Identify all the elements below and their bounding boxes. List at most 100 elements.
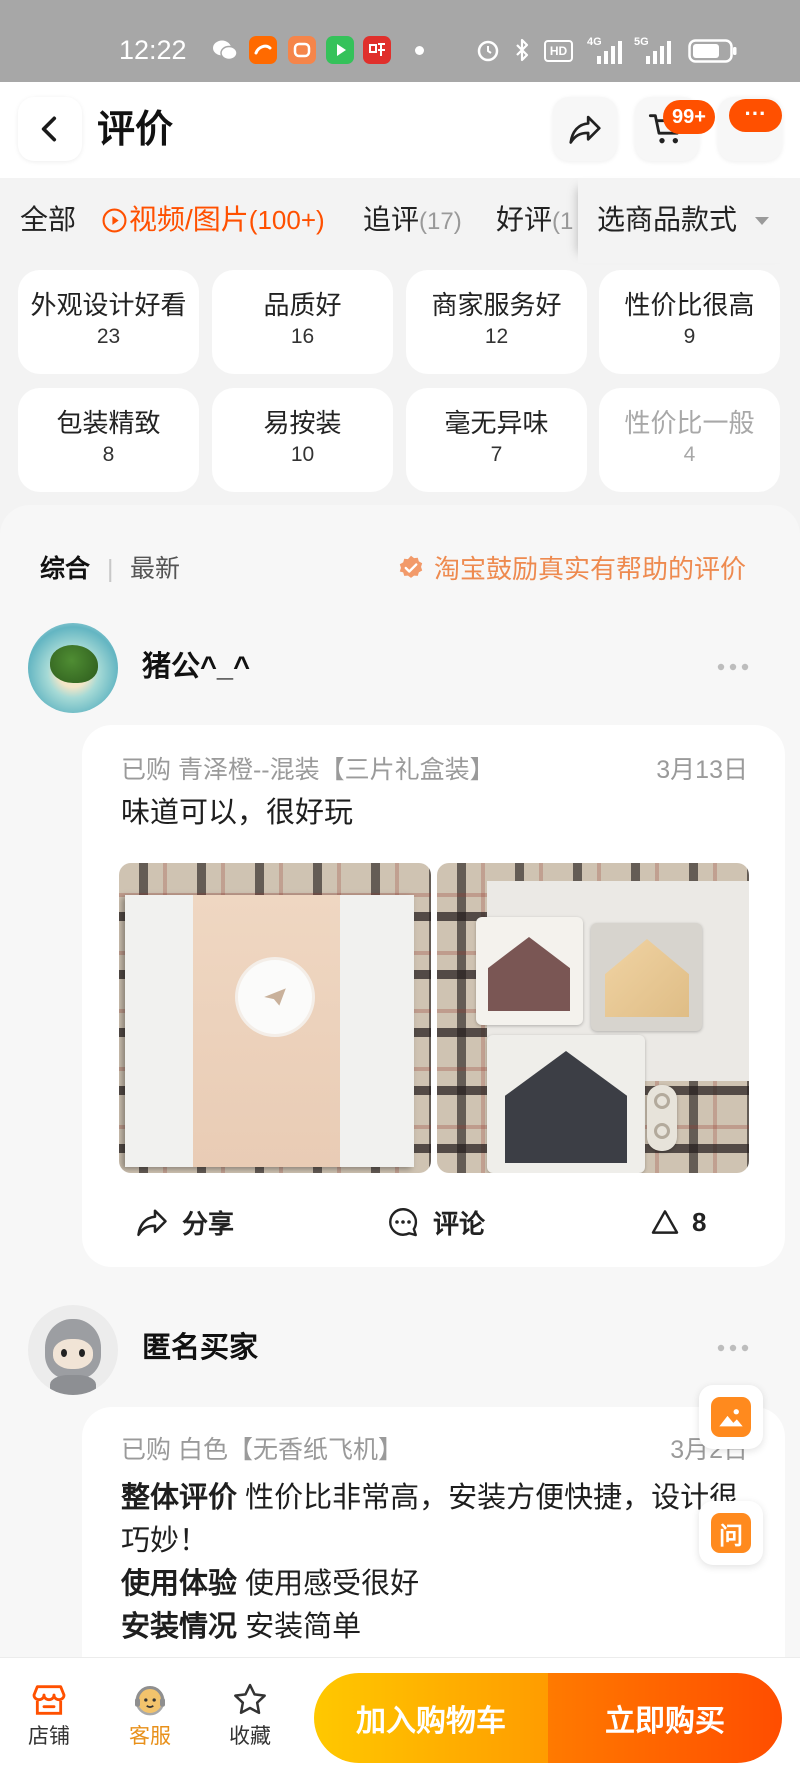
review-sections: 整体评价 性价比非常高，安装方便快捷，设计很巧妙！ 使用体验 使用感受很好 安装… [121,1477,746,1649]
caret-down-icon [755,217,769,225]
tab-all[interactable]: 全部 [20,200,76,240]
add-to-cart-button[interactable]: 加入购物车 [314,1673,548,1763]
verified-badge-icon [397,554,425,582]
tab-positive[interactable]: 好评(1 [496,200,573,242]
avatar-eye [79,1349,85,1357]
picture-icon [711,1397,751,1437]
tag-chip[interactable]: 外观设计好看 23 [18,270,199,374]
packet-brown [476,917,583,1025]
section-body: 使用感受很好 [245,1568,420,1600]
avatar[interactable] [28,1305,118,1395]
more-dots-icon[interactable] [716,1343,750,1353]
mask-brown [488,937,570,1011]
review-section: 安装情况 安装简单 [121,1606,746,1649]
service-button[interactable]: 客服 [115,1680,185,1750]
keychain-ring [654,1093,670,1109]
keychain-clip [647,1085,677,1151]
comment-label: 评论 [433,1208,486,1239]
like-action[interactable]: 8 [648,1203,706,1241]
sku-text: 青泽橙--混装【三片礼盒装】 [177,756,495,784]
tag-chip[interactable]: 品质好 16 [212,270,393,374]
share-action[interactable]: 分享 [134,1203,234,1241]
buy-now-button[interactable]: 立即购买 [548,1673,782,1763]
app-orange-icon [288,36,316,64]
mask-dark [505,1051,627,1163]
tab-followup[interactable]: 追评(17) [363,200,462,242]
tag-chip[interactable]: 包装精致 8 [18,388,199,492]
style-select[interactable]: 选商品款式 [578,178,800,263]
ask-button[interactable]: 问 [699,1501,763,1565]
tag-name: 商家服务好 [431,290,562,320]
star-icon [230,1680,270,1720]
like-count: 8 [692,1206,707,1237]
bottom-bar: 店铺 客服 收藏 加入购物车 立即购买 [0,1657,800,1778]
header: 评价 99+ ··· [0,82,800,178]
share-icon [569,115,601,144]
status-bar: 12:22 HD 4G 5G [0,0,800,82]
tag-chip[interactable]: 性价比很高 9 [599,270,780,374]
review-date: 3月13日 [656,756,748,784]
review-photo-gift-box[interactable] [119,863,431,1173]
reviewer-name[interactable]: 匿名买家 [142,1330,258,1366]
sku-text: 白色【无香纸飞机】 [177,1436,403,1464]
tab-media[interactable]: 视频/图片(100+) [129,200,325,240]
share-label: 分享 [182,1208,235,1239]
status-time: 12:22 [119,35,187,65]
review-section: 整体评价 性价比非常高，安装方便快捷，设计很巧妙！ [121,1477,746,1563]
avatar-body [50,1375,96,1395]
alarm-icon [474,36,502,64]
customer-service-icon [130,1680,170,1720]
favorite-label: 收藏 [229,1725,271,1748]
more-badge[interactable]: ··· [729,99,782,132]
tag-name: 易按装 [263,408,342,438]
photo-filter-button[interactable] [699,1385,763,1449]
tag-count: 12 [484,325,509,348]
sort-tab-latest[interactable]: 最新 [130,552,180,586]
purchased-label: 已购 [121,756,172,784]
service-label: 客服 [129,1725,171,1748]
gift-box-seal [238,960,312,1034]
mask-beige [605,939,689,1017]
review-notice[interactable]: 淘宝鼓励真实有帮助的评价 [434,552,746,586]
tag-name: 毫无异味 [444,408,549,438]
tag-chip[interactable]: 易按装 10 [212,388,393,492]
tag-chip[interactable]: 商家服务好 12 [406,270,587,374]
sort-tab-overall[interactable]: 综合 [40,552,90,586]
section-heading: 整体评价 [121,1482,238,1514]
wechat-icon [211,36,239,64]
tag-chip[interactable]: 毫无异味 7 [406,388,587,492]
tag-name: 性价比很高 [624,290,755,320]
style-select-label: 选商品款式 [597,204,738,235]
favorite-button[interactable]: 收藏 [215,1680,285,1750]
share-button[interactable] [553,97,617,161]
tab-followup-label: 追评 [363,204,420,235]
tag-chip[interactable]: 性价比一般 4 [599,388,780,492]
shop-icon [29,1680,69,1720]
play-circle-icon [102,208,127,233]
purchase-info: 已购 青泽橙--混装【三片礼盒装】 [121,755,495,785]
back-button[interactable] [18,97,82,161]
tag-count: 16 [290,325,315,348]
avatar-face [53,1339,93,1369]
more-dots-icon[interactable] [716,662,750,672]
review-card[interactable]: 已购 青泽橙--混装【三片礼盒装】 3月13日 味道可以，很好玩 分享 评论 8 [82,725,785,1267]
review-photo-products[interactable] [437,863,749,1173]
shop-button[interactable]: 店铺 [14,1680,84,1750]
signal-5g-icon: 5G [634,36,676,66]
signal-4g-icon: 4G [587,36,625,66]
shop-label: 店铺 [28,1725,70,1748]
cart-count-badge: 99+ [663,100,715,134]
tag-count: 10 [290,443,315,466]
purchased-label: 已购 [121,1436,172,1464]
tab-followup-count: (17) [419,208,462,235]
bluetooth-icon [508,36,536,64]
paper-plane-icon [264,988,286,1006]
avatar[interactable] [28,623,118,713]
packet-beige [591,923,702,1031]
reviewer-name[interactable]: 猪公^_^ [142,649,250,685]
tag-name: 性价比一般 [624,408,755,438]
chevron-left-icon [41,116,57,142]
avatar-eye [61,1349,67,1357]
comment-action[interactable]: 评论 [385,1203,485,1241]
tag-name: 外观设计好看 [30,290,187,320]
